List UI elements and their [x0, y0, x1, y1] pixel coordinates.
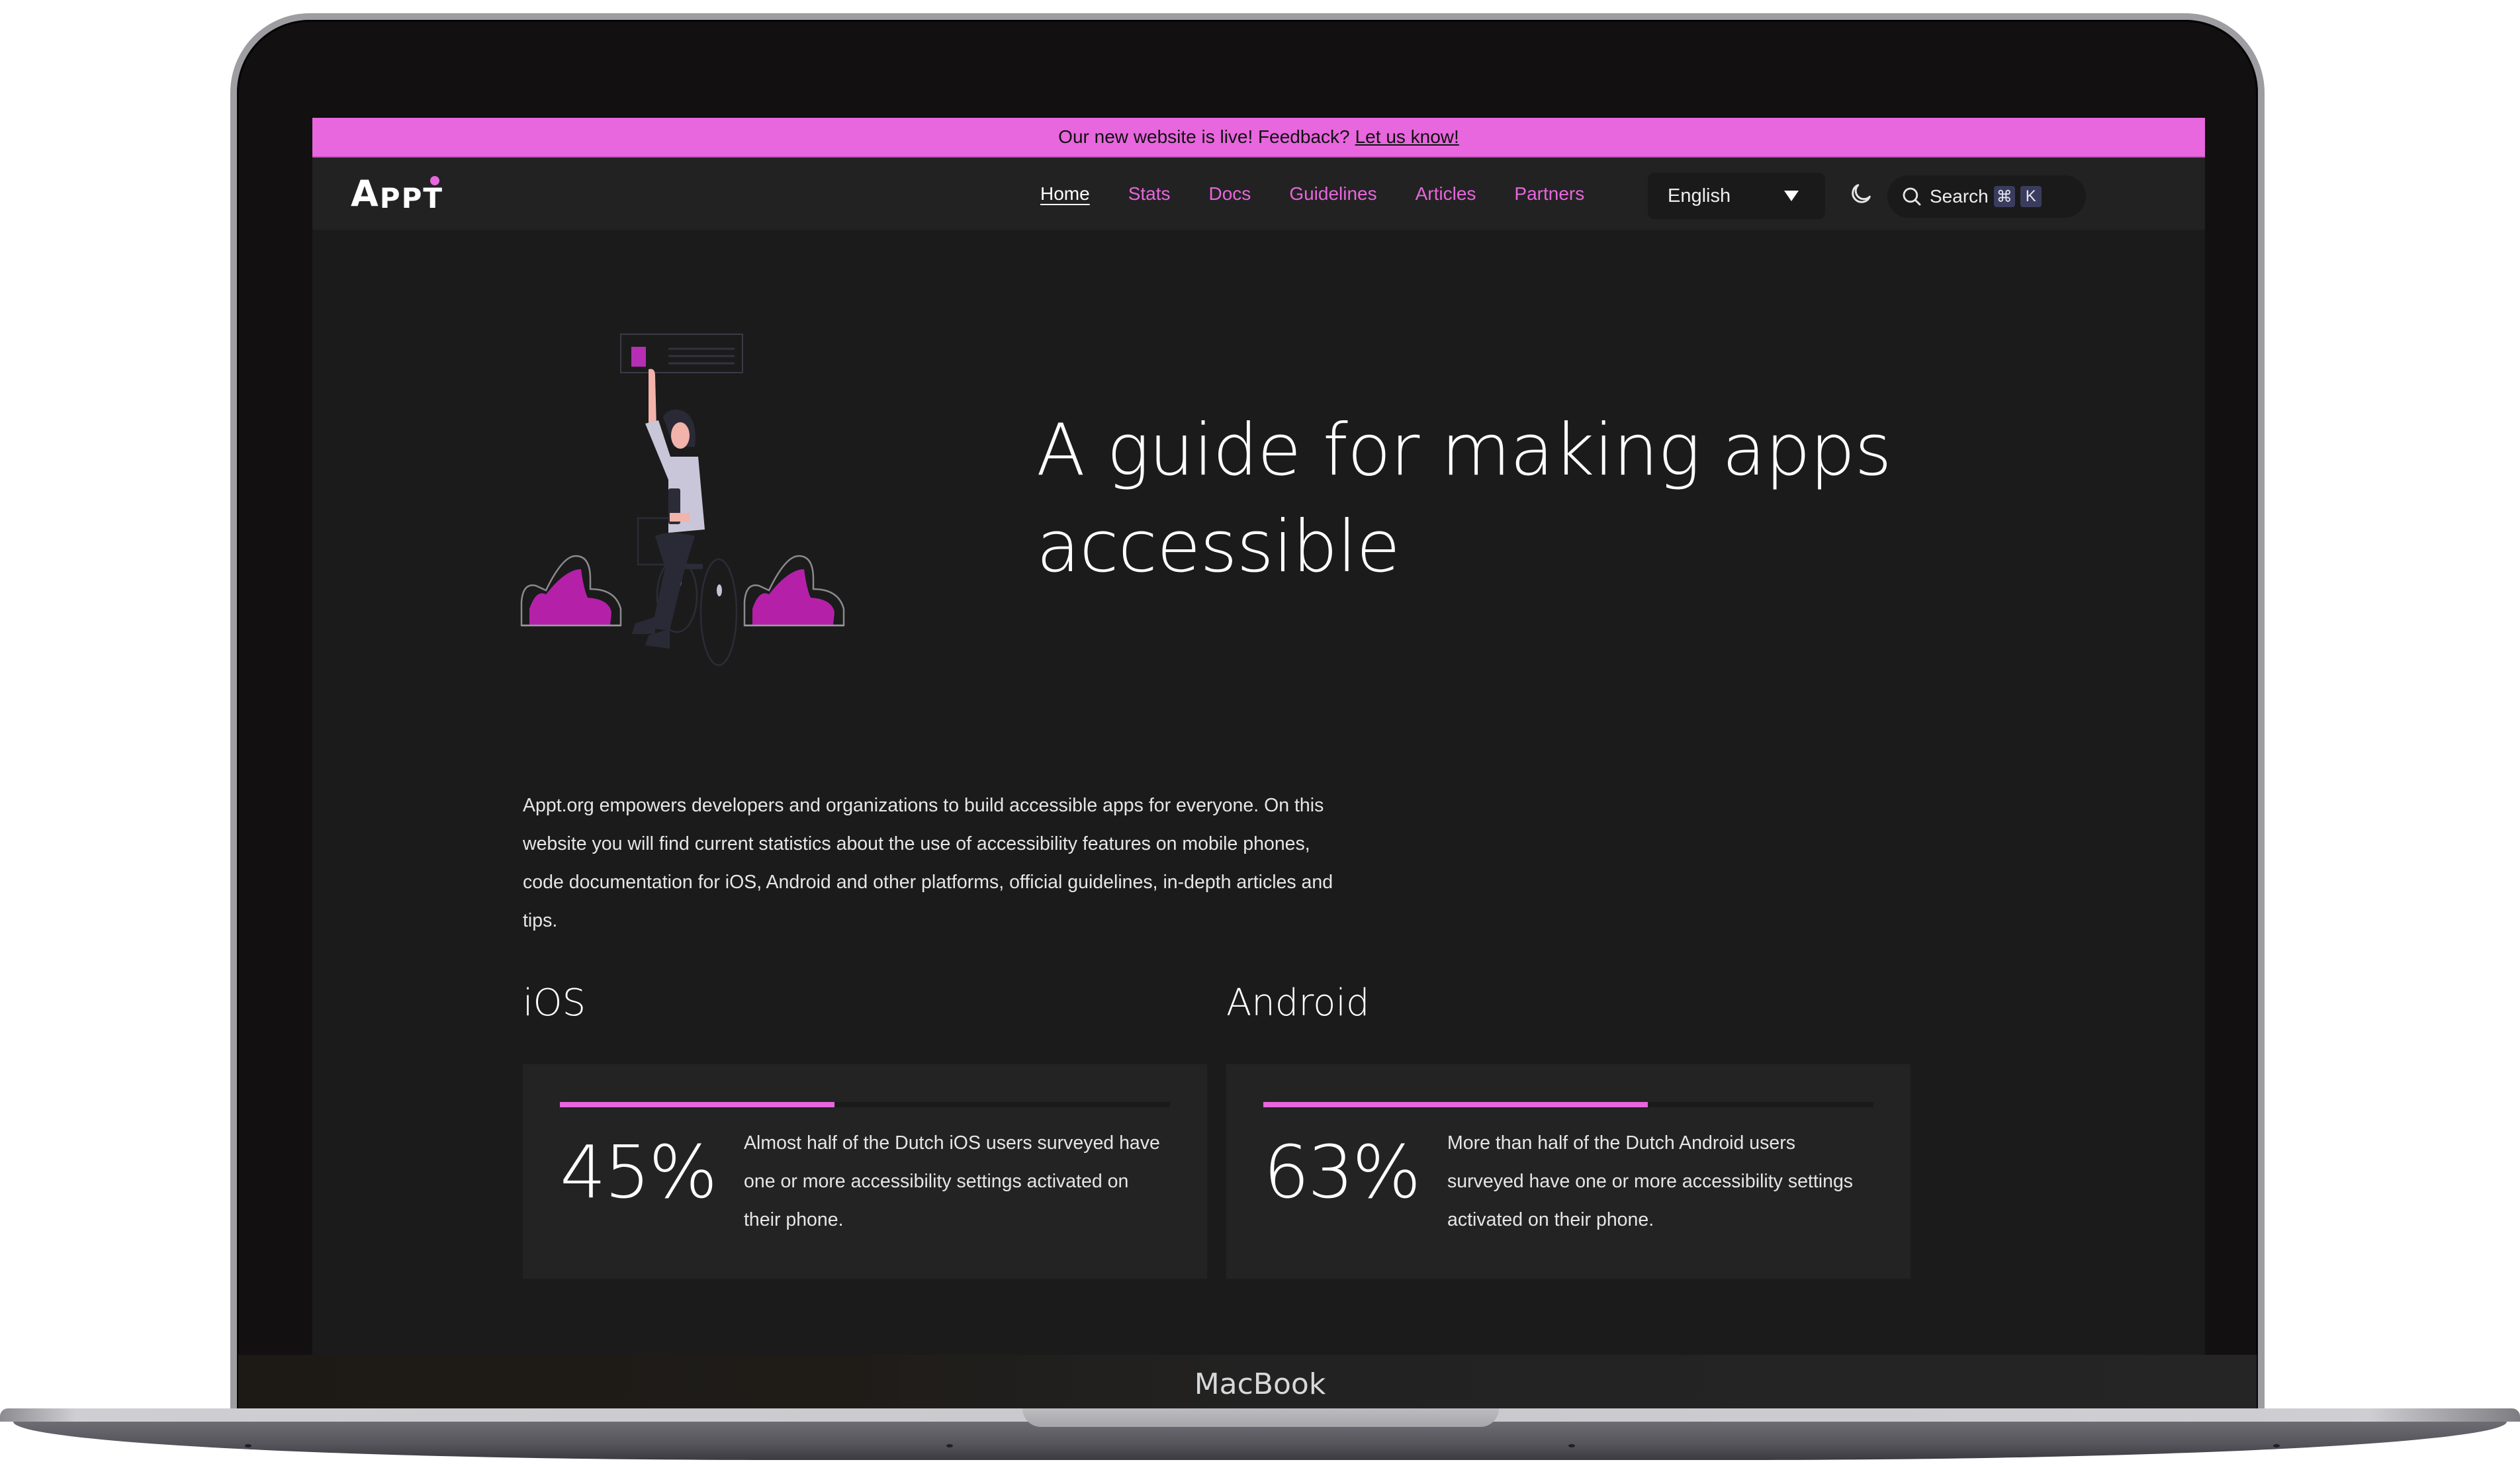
stat-value: 45%	[560, 1130, 717, 1214]
nav-link-guidelines[interactable]: Guidelines	[1289, 183, 1376, 205]
device-label: MacBook	[1194, 1367, 1326, 1401]
nav-link-home[interactable]: Home	[1040, 183, 1090, 205]
nav-link-partners[interactable]: Partners	[1514, 183, 1584, 205]
command-key-badge: ⌘	[1993, 186, 2015, 207]
announcement-banner: Our new website is live! Feedback? Let u…	[312, 118, 2205, 158]
logo-letters: PPT	[379, 182, 444, 214]
stat-value: 63%	[1263, 1130, 1421, 1214]
stat-card-ios: 45% Almost half of the Dutch iOS users s…	[523, 1064, 1207, 1279]
right-bush-shape	[743, 555, 845, 627]
ui-card-square	[631, 347, 646, 367]
laptop-foot	[1568, 1444, 1575, 1447]
logo-letter: A	[351, 173, 380, 214]
progress-track	[1263, 1102, 1873, 1107]
person-figure	[632, 369, 705, 649]
language-select[interactable]: English	[1648, 173, 1825, 219]
nav-link-stats[interactable]: Stats	[1128, 183, 1171, 205]
search-label: Search	[1930, 186, 1989, 206]
feedback-link[interactable]: Let us know!	[1355, 126, 1459, 148]
intro-paragraph: Appt.org empowers developers and organiz…	[523, 795, 1333, 931]
logo-dot-icon	[430, 176, 440, 185]
laptop-foot	[2273, 1444, 2280, 1447]
site-header: A PPT Home Stats Docs Guidelines Article…	[312, 158, 2205, 230]
appt-logo[interactable]: A PPT	[351, 173, 444, 214]
language-selected: English	[1668, 185, 1731, 206]
progress-track	[560, 1102, 1170, 1107]
search-button[interactable]: Search ⌘ K	[1887, 175, 2086, 218]
search-icon	[1903, 187, 1921, 206]
progress-fill	[560, 1102, 834, 1107]
stat-description: More than half of the Dutch Android user…	[1447, 1132, 1854, 1230]
progress-fill	[1263, 1102, 1648, 1107]
caret-down-icon	[1784, 191, 1799, 201]
nav-link-docs[interactable]: Docs	[1209, 183, 1251, 205]
laptop-foot	[946, 1444, 953, 1447]
nav-link-articles[interactable]: Articles	[1416, 183, 1476, 205]
stat-card-android: 63% More than half of the Dutch Android …	[1226, 1064, 1911, 1279]
moon-icon[interactable]	[1848, 181, 1874, 207]
hero-heading: A guide for making apps accessible	[1036, 409, 1892, 588]
laptop-hinge-notch	[1022, 1408, 1499, 1427]
main-navigation: Home Stats Docs Guidelines Articles Part…	[1040, 158, 1623, 230]
ios-heading: iOS	[523, 982, 586, 1025]
k-key-badge: K	[2020, 186, 2042, 207]
left-bush-shape	[520, 555, 622, 627]
android-heading: Android	[1226, 982, 1370, 1025]
browser-viewport: Our new website is live! Feedback? Let u…	[312, 118, 2205, 1355]
hero-illustration	[520, 334, 845, 666]
laptop-base	[13, 1422, 2507, 1460]
laptop-foot	[245, 1444, 251, 1447]
banner-text: Our new website is live! Feedback?	[1058, 126, 1350, 147]
stat-description: Almost half of the Dutch iOS users surve…	[744, 1132, 1160, 1230]
